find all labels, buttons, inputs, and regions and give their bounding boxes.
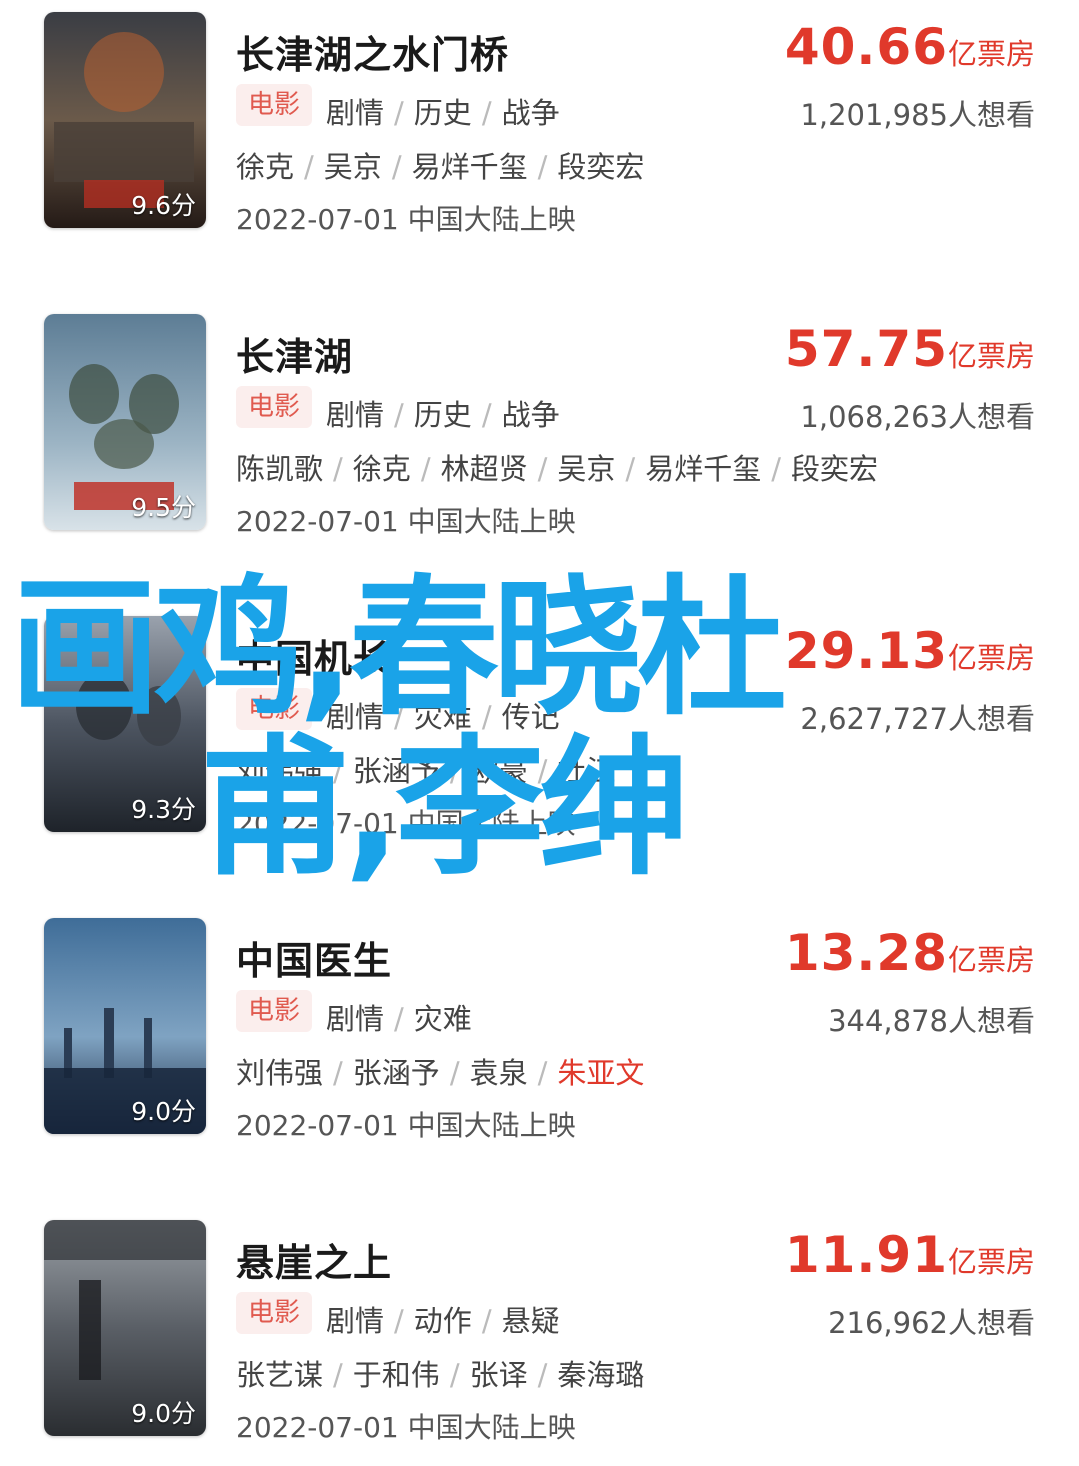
type-tag: 电影 — [236, 84, 312, 126]
rating-score: 9.6分 — [131, 191, 196, 220]
box-office: 40.66亿票房 — [784, 18, 1035, 76]
rating-score: 9.0分 — [131, 1399, 196, 1428]
box-office: 29.13亿票房 — [784, 622, 1035, 680]
release-info: 2022-07-01 中国大陆上映 — [236, 1411, 576, 1444]
movie-title[interactable]: 长津湖 — [236, 326, 353, 381]
overlay-line-1: 画鸡,春晓杜 — [10, 562, 787, 736]
movie-poster[interactable]: 9.6分 — [44, 12, 206, 228]
box-office: 57.75亿票房 — [784, 320, 1035, 378]
type-tag: 电影 — [236, 1292, 312, 1334]
box-office: 13.28亿票房 — [784, 924, 1035, 982]
release-info: 2022-07-01 中国大陆上映 — [236, 203, 576, 236]
movie-poster[interactable]: 9.0分 — [44, 918, 206, 1134]
type-tag: 电影 — [236, 386, 312, 428]
movie-title[interactable]: 中国医生 — [236, 930, 392, 985]
want-to-see-count: 216,962人想看 — [828, 1306, 1035, 1340]
genre-list: 剧情 / 动作 / 悬疑 — [326, 1304, 560, 1338]
box-office: 11.91亿票房 — [784, 1226, 1035, 1284]
movie-row[interactable]: 9.0分 悬崖之上 电影 剧情 / 动作 / 悬疑 张艺谋 / 于和伟 / 张译 / 秦海璐 202… — [0, 1220, 1079, 1450]
want-to-see-count: 1,201,985人想看 — [800, 98, 1035, 132]
cast-list: 张艺谋 / 于和伟 / 张译 / 秦海璐 — [236, 1358, 645, 1392]
cast-list: 徐克 / 吴京 / 易烊千玺 / 段奕宏 — [236, 150, 645, 184]
want-to-see-count: 1,068,263人想看 — [800, 400, 1035, 434]
cast-list: 陈凯歌 / 徐克 / 林超贤 / 吴京 / 易烊千玺 / 段奕宏 — [236, 452, 878, 486]
movie-title[interactable]: 悬崖之上 — [236, 1232, 392, 1287]
rating-score: 9.3分 — [131, 795, 196, 824]
release-info: 2022-07-01 中国大陆上映 — [236, 1109, 576, 1142]
genre-list: 剧情 / 历史 / 战争 — [326, 96, 560, 130]
movie-row[interactable]: 9.5分 长津湖 电影 剧情 / 历史 / 战争 陈凯歌 / 徐克 / 林超贤 / 吴京 / 易烊千玺 /… — [0, 314, 1079, 544]
rating-score: 9.5分 — [131, 493, 196, 522]
type-tag: 电影 — [236, 990, 312, 1032]
overlay-line-2: 甫,李绅 — [200, 722, 689, 896]
movie-poster[interactable]: 9.0分 — [44, 1220, 206, 1436]
movie-title[interactable]: 长津湖之水门桥 — [236, 24, 509, 79]
movie-row[interactable]: 9.6分 长津湖之水门桥 电影 剧情 / 历史 / 战争 徐克 / 吴京 / 易烊千玺 / 段奕宏 … — [0, 12, 1079, 242]
movie-poster[interactable]: 9.5分 — [44, 314, 206, 530]
movie-row[interactable]: 9.0分 中国医生 电影 剧情 / 灾难 刘伟强 / 张涵予 / 袁泉 / 朱亚文 2022-0… — [0, 918, 1079, 1148]
want-to-see-count: 2,627,727人想看 — [800, 702, 1035, 736]
genre-list: 剧情 / 历史 / 战争 — [326, 398, 560, 432]
release-info: 2022-07-01 中国大陆上映 — [236, 505, 576, 538]
cast-list: 刘伟强 / 张涵予 / 袁泉 / 朱亚文 — [236, 1056, 645, 1090]
want-to-see-count: 344,878人想看 — [828, 1004, 1035, 1038]
highlighted-cast[interactable]: 朱亚文 — [557, 1056, 644, 1090]
genre-list: 剧情 / 灾难 — [326, 1002, 472, 1036]
rating-score: 9.0分 — [131, 1097, 196, 1126]
